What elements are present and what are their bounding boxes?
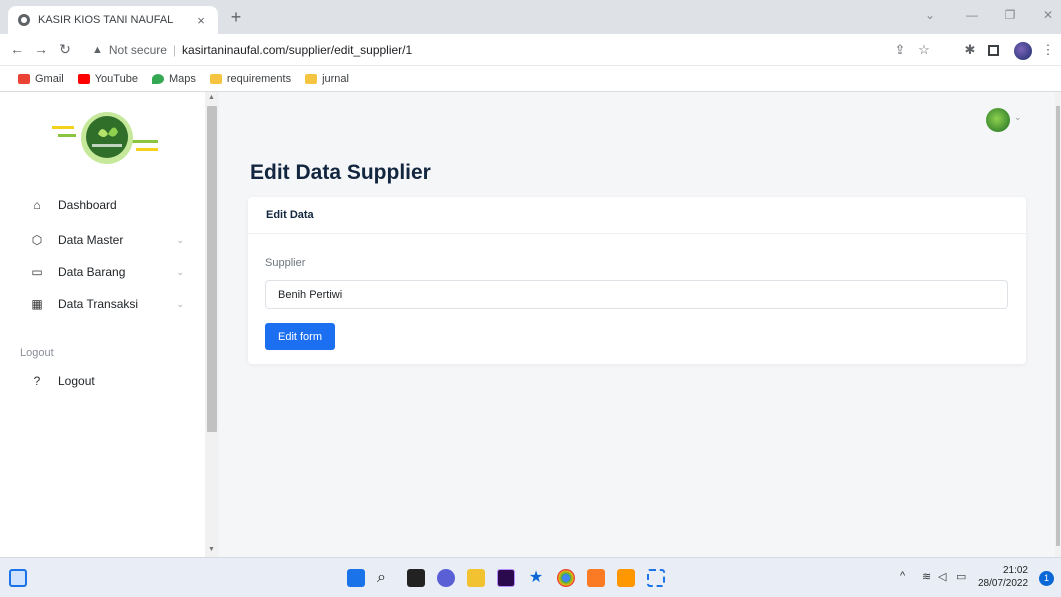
wifi-icon[interactable]: ≋ [922,570,931,583]
favorites-icon[interactable]: ★ [527,569,545,587]
edit-form-button[interactable]: Edit form [265,323,335,350]
sidebar-item-logout[interactable]: ? Logout [30,371,190,391]
clock-time: 21:02 [1002,565,1028,576]
browser-tab[interactable]: KASIR KIOS TANI NAUFAL × [8,6,218,34]
scrollbar-thumb[interactable] [1056,106,1060,546]
minimize-button[interactable]: — [962,8,982,22]
bookmark-label: Maps [168,72,196,85]
sublime-icon[interactable] [617,569,635,587]
chat-icon[interactable] [437,569,455,587]
sidebar-item-label: Data Transaksi [58,297,139,311]
folder-icon [305,73,318,84]
clock-date: 28/07/2022 [978,578,1029,589]
url-text: kasirtaninaufal.com/supplier/edit_suppli… [182,43,413,57]
bookmark-requirements[interactable]: requirements [209,72,292,85]
bookmark-maps[interactable]: Maps [151,72,196,85]
user-avatar[interactable] [986,108,1010,132]
scrollbar-thumb[interactable] [207,106,217,432]
taskbar: ⌕ ★ ^ ≋ ◁ ▭ 21:02 28/07/2022 1 [0,557,1061,597]
omnibox[interactable]: ▲ Not secure | kasirtaninaufal.com/suppl… [92,38,882,62]
sidebar-item-label: Data Master [58,233,124,247]
web-page: ⌂ Dashboard ⬡ Data Master ⌄ ▭ Data Baran… [0,92,1061,557]
share-icon[interactable]: ⇪ [892,42,908,58]
widgets-icon[interactable] [9,569,27,587]
sidebar-item-label: Logout [58,374,95,388]
edit-data-card: Edit Data Supplier Edit form [248,197,1026,364]
sidebar-item-label: Dashboard [58,198,117,212]
forward-button[interactable]: → [32,41,50,57]
clock[interactable]: 21:02 28/07/2022 [978,564,1028,590]
chevron-down-icon[interactable]: ⌄ [1014,112,1022,123]
sidebar-section-label: Logout [20,347,54,359]
youtube-icon [77,73,90,84]
premiere-icon[interactable] [497,569,515,587]
folder-icon [209,73,222,84]
notification-badge[interactable]: 1 [1039,571,1054,586]
file-explorer-icon[interactable] [467,569,485,587]
scroll-up-arrow[interactable]: ▲ [208,94,215,101]
chevron-down-icon: ⌄ [176,234,184,245]
sidebar-item-data-master[interactable]: ⬡ Data Master ⌄ [30,230,190,250]
tab-close-button[interactable]: × [194,13,208,28]
sidebar: ⌂ Dashboard ⬡ Data Master ⌄ ▭ Data Baran… [0,92,205,557]
bookmark-label: YouTube [94,72,138,85]
cube-icon: ⬡ [31,233,43,247]
gmail-icon [18,73,30,84]
chevron-up-icon[interactable]: ^ [900,570,905,582]
card-title: Edit Data [248,197,1026,234]
sidebar-item-data-barang[interactable]: ▭ Data Barang ⌄ [30,262,190,282]
chevron-down-icon: ⌄ [176,266,184,277]
kios-tani-logo [52,112,158,164]
security-label: Not secure [108,43,167,57]
battery-icon[interactable]: ▭ [956,570,966,583]
globe-icon [18,14,30,26]
profile-avatar[interactable] [1014,42,1032,60]
search-icon[interactable]: ⌕ [377,569,395,587]
browser-menu-icon[interactable]: ⋮ [1040,42,1056,58]
page-scrollbar[interactable] [1055,92,1061,557]
warning-icon: ▲ [92,44,103,56]
new-tab-button[interactable]: + [226,8,246,28]
bookmark-youtube[interactable]: YouTube [77,72,138,85]
sidebar-scrollbar[interactable]: ▲ ▼ [205,92,219,557]
back-button[interactable]: ← [8,41,26,57]
bookmark-label: Gmail [35,72,64,85]
sidebar-item-label: Data Barang [58,265,126,279]
divider: | [172,43,177,57]
task-view-icon[interactable] [407,569,425,587]
volume-icon[interactable]: ◁ [938,570,946,583]
home-icon: ⌂ [33,198,41,212]
supplier-input[interactable] [265,280,1008,309]
sidebar-item-data-transaksi[interactable]: ▦ Data Transaksi ⌄ [30,294,190,314]
xampp-icon[interactable] [587,569,605,587]
bookmark-star-icon[interactable]: ☆ [916,42,932,58]
bookmarks-bar: Gmail YouTube Maps requirements jurnal [0,66,1061,92]
page-title: Edit Data Supplier [250,161,431,184]
reload-button[interactable]: ↻ [56,41,74,58]
window-close-button[interactable]: ✕ [1038,8,1058,22]
windows-start-icon[interactable] [347,569,365,587]
bookmark-label: jurnal [322,72,349,85]
help-circle-icon: ? [33,374,41,388]
scroll-down-arrow[interactable]: ▼ [208,546,215,553]
tab-title: KASIR KIOS TANI NAUFAL [38,14,174,26]
side-panel-icon[interactable] [988,45,999,56]
supplier-label: Supplier [265,257,306,269]
chevron-down-icon[interactable]: ⌄ [920,8,940,22]
chevron-down-icon: ⌄ [176,298,184,309]
restore-button[interactable]: ❐ [1000,8,1020,22]
snipping-tool-icon[interactable] [647,569,665,587]
chrome-icon[interactable] [557,569,575,587]
sidebar-item-dashboard[interactable]: ⌂ Dashboard [30,195,190,215]
card-icon: ▭ [31,265,43,279]
extensions-icon[interactable]: ✱ [962,42,978,58]
browser-tab-strip: KASIR KIOS TANI NAUFAL × + ⌄ — ❐ ✕ [0,0,1061,34]
grid-icon: ▦ [31,297,43,311]
maps-icon [151,73,164,84]
address-bar: ← → ↻ ▲ Not secure | kasirtaninaufal.com… [0,34,1061,66]
bookmark-jurnal[interactable]: jurnal [305,73,349,85]
bookmark-gmail[interactable]: Gmail [18,73,64,85]
bookmark-label: requirements [226,72,292,85]
